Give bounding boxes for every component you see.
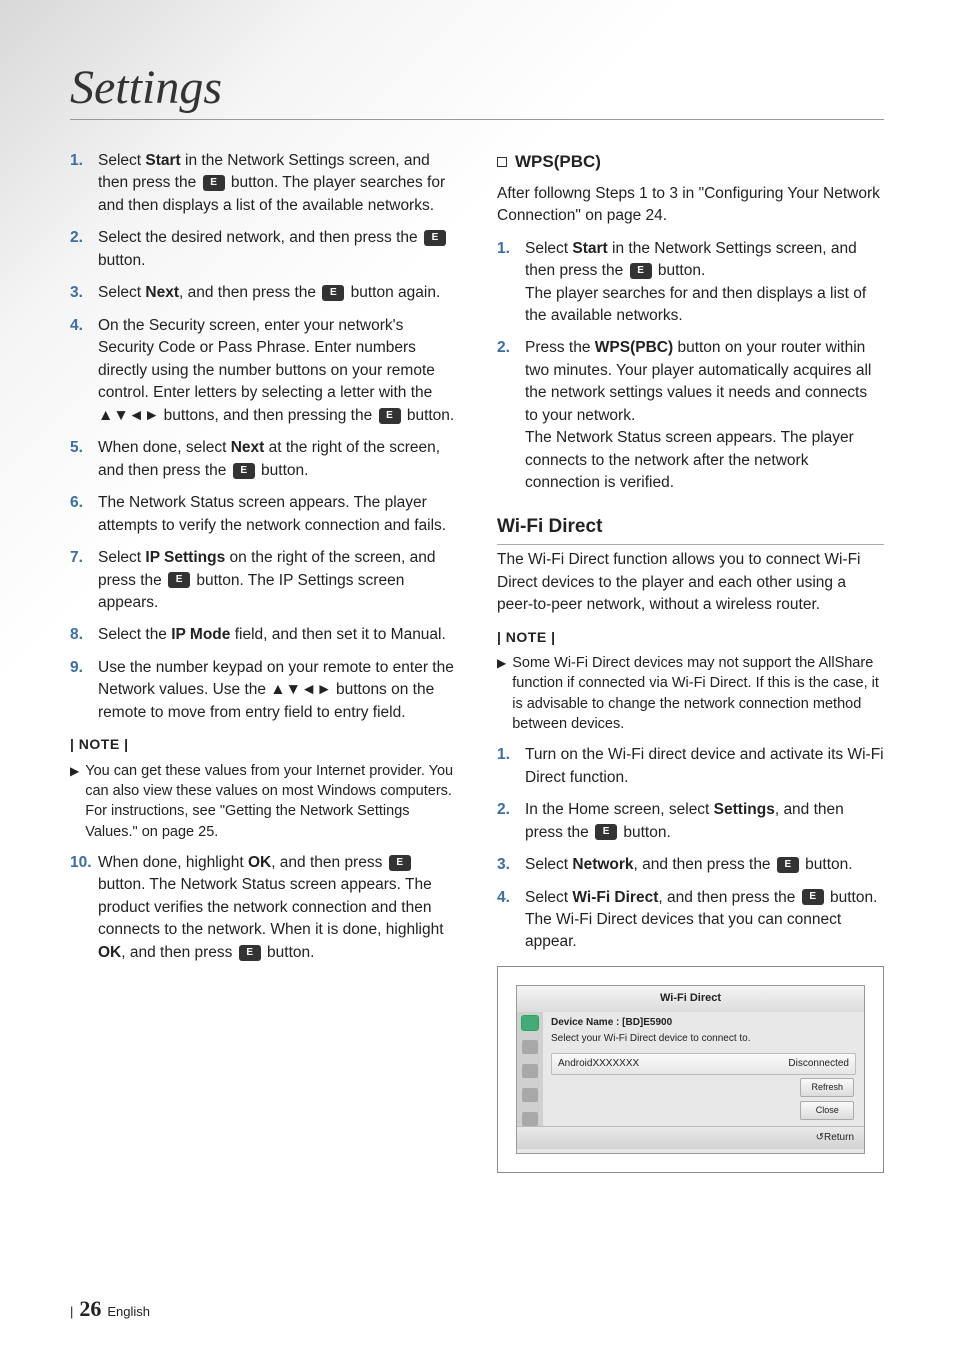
sidebar-icon[interactable] <box>522 1088 538 1102</box>
step-body: Select Start in the Network Settings scr… <box>525 238 884 328</box>
step-body: Press the WPS(PBC) button on your router… <box>525 337 884 494</box>
enter-icon <box>379 408 401 424</box>
step-body: Select the IP Mode field, and then set i… <box>98 624 457 646</box>
step-number: 2. <box>497 799 525 844</box>
sidebar-icon[interactable] <box>522 1064 538 1078</box>
step-number: 9. <box>70 657 98 724</box>
enter-icon <box>802 889 824 905</box>
list-item: 2.Press the WPS(PBC) button on your rout… <box>497 337 884 494</box>
enter-icon <box>630 263 652 279</box>
enter-icon <box>777 857 799 873</box>
list-item: 5.When done, select Next at the right of… <box>70 437 457 482</box>
list-item: 6.The Network Status screen appears. The… <box>70 492 457 537</box>
list-item: 8.Select the IP Mode field, and then set… <box>70 624 457 646</box>
step-body: Select Start in the Network Settings scr… <box>98 150 457 217</box>
enter-icon <box>203 175 225 191</box>
step-body: In the Home screen, select Settings, and… <box>525 799 884 844</box>
wps-heading: WPS(PBC) <box>497 150 884 175</box>
wifi-intro: The Wi-Fi Direct function allows you to … <box>497 549 884 616</box>
sidebar-icon[interactable] <box>522 1016 538 1030</box>
step-number: 6. <box>70 492 98 537</box>
step-body: Select the desired network, and then pre… <box>98 227 457 272</box>
wifi-direct-dialog: Wi-Fi Direct Device Name : [BD]E5900 Sel… <box>516 985 865 1154</box>
device-item-status: Disconnected <box>788 1057 849 1072</box>
step-body: Use the number keypad on your remote to … <box>98 657 457 724</box>
list-item: 4.Select Wi-Fi Direct, and then press th… <box>497 887 884 954</box>
list-item: 2.Select the desired network, and then p… <box>70 227 457 272</box>
square-bullet-icon <box>497 157 507 167</box>
step-body: Select IP Settings on the right of the s… <box>98 547 457 614</box>
triangle-icon: ▶ <box>70 761 79 842</box>
step-number: 5. <box>70 437 98 482</box>
enter-icon <box>595 824 617 840</box>
list-item: 9.Use the number keypad on your remote t… <box>70 657 457 724</box>
sidebar-icon[interactable] <box>522 1112 538 1126</box>
step-number: 1. <box>70 150 98 217</box>
page-title: Settings <box>70 60 884 120</box>
triangle-icon: ▶ <box>497 653 506 734</box>
step-number: 7. <box>70 547 98 614</box>
device-item-name: AndroidXXXXXXX <box>558 1057 639 1072</box>
sidebar-icon[interactable] <box>522 1040 538 1054</box>
step-number: 4. <box>70 315 98 427</box>
dialog-title: Wi-Fi Direct <box>517 986 864 1012</box>
note-label: | NOTE | <box>70 734 457 754</box>
step-number: 1. <box>497 744 525 789</box>
step-number: 2. <box>70 227 98 272</box>
enter-icon <box>424 230 446 246</box>
list-item: 3.Select Next, and then press the button… <box>70 282 457 304</box>
step-number: 2. <box>497 337 525 494</box>
left-column: 1.Select Start in the Network Settings s… <box>70 150 457 1173</box>
list-item: 1.Select Start in the Network Settings s… <box>497 238 884 328</box>
list-item: 1.Turn on the Wi-Fi direct device and ac… <box>497 744 884 789</box>
step-number: 8. <box>70 624 98 646</box>
close-button[interactable]: Close <box>800 1101 854 1120</box>
list-item: 7.Select IP Settings on the right of the… <box>70 547 457 614</box>
enter-icon <box>389 855 411 871</box>
step-body: The Network Status screen appears. The p… <box>98 492 457 537</box>
list-item: 1.Select Start in the Network Settings s… <box>70 150 457 217</box>
dialog-instruction: Select your Wi-Fi Direct device to conne… <box>551 1032 856 1047</box>
step-number: 1. <box>497 238 525 328</box>
enter-icon <box>239 945 261 961</box>
step-body: On the Security screen, enter your netwo… <box>98 315 457 427</box>
right-column: WPS(PBC) After followng Steps 1 to 3 in … <box>497 150 884 1173</box>
step-10: 10. When done, highlight OK, and then pr… <box>70 852 457 964</box>
refresh-button[interactable]: Refresh <box>800 1078 854 1097</box>
dialog-sidebar <box>517 1012 543 1126</box>
note-text: ▶ You can get these values from your Int… <box>70 761 457 842</box>
list-item: 4.On the Security screen, enter your net… <box>70 315 457 427</box>
wifi-direct-dialog-frame: Wi-Fi Direct Device Name : [BD]E5900 Sel… <box>497 966 884 1173</box>
list-item: 2.In the Home screen, select Settings, a… <box>497 799 884 844</box>
return-button[interactable]: Return <box>816 1132 854 1143</box>
page-footer: |26English <box>70 1296 150 1322</box>
list-item: 3.Select Network, and then press the but… <box>497 854 884 876</box>
note-label-right: | NOTE | <box>497 627 884 647</box>
step-body: When done, select Next at the right of t… <box>98 437 457 482</box>
wifi-direct-heading: Wi-Fi Direct <box>497 513 884 546</box>
step-number: 3. <box>497 854 525 876</box>
wifi-note: ▶ Some Wi-Fi Direct devices may not supp… <box>497 653 884 734</box>
wps-intro: After followng Steps 1 to 3 in "Configur… <box>497 183 884 228</box>
enter-icon <box>233 463 255 479</box>
step-body: Select Network, and then press the butto… <box>525 854 884 876</box>
step-number: 4. <box>497 887 525 954</box>
step-body: Select Next, and then press the button a… <box>98 282 457 304</box>
device-name: Device Name : [BD]E5900 <box>551 1016 856 1031</box>
enter-icon <box>168 572 190 588</box>
step-number: 3. <box>70 282 98 304</box>
step-body: Select Wi-Fi Direct, and then press the … <box>525 887 884 954</box>
device-row[interactable]: AndroidXXXXXXX Disconnected <box>551 1053 856 1076</box>
enter-icon <box>322 285 344 301</box>
step-body: Turn on the Wi-Fi direct device and acti… <box>525 744 884 789</box>
